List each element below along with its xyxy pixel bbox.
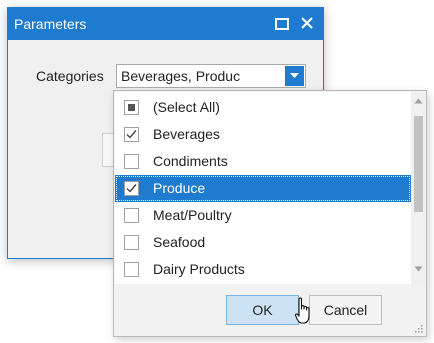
categories-dropdown-popup: (Select All) Beverages Condiments Produc… — [113, 90, 427, 337]
checkbox-indeterminate[interactable] — [124, 100, 139, 115]
list-item-dairy-products[interactable]: Dairy Products — [115, 256, 411, 283]
dropdown-button[interactable] — [285, 66, 304, 86]
checkbox-checked[interactable] — [124, 127, 139, 142]
checkbox-unchecked[interactable] — [124, 208, 139, 223]
checkbox-unchecked[interactable] — [124, 154, 139, 169]
categories-list: (Select All) Beverages Condiments Produc… — [115, 92, 411, 284]
checkmark-icon — [126, 130, 137, 139]
list-item-beverages[interactable]: Beverages — [115, 121, 411, 148]
checkbox-unchecked[interactable] — [124, 262, 139, 277]
list-item-label: Meat/Poultry — [153, 207, 232, 223]
checkbox-unchecked[interactable] — [124, 235, 139, 250]
list-item-condiments[interactable]: Condiments — [115, 148, 411, 175]
checkbox-checked[interactable] — [124, 181, 139, 196]
close-icon[interactable] — [298, 14, 316, 32]
scroll-down-icon — [414, 266, 423, 272]
ok-button[interactable]: OK — [226, 295, 299, 325]
list-item-label: Dairy Products — [153, 261, 245, 277]
dialog-title: Parameters — [14, 16, 87, 32]
resize-grip-icon[interactable] — [414, 324, 423, 333]
categories-value: Beverages, Produc — [121, 68, 241, 84]
cancel-button[interactable]: Cancel — [309, 295, 382, 325]
list-item-seafood[interactable]: Seafood — [115, 229, 411, 256]
checkmark-icon — [126, 184, 137, 193]
categories-combobox[interactable]: Beverages, Produc — [116, 64, 306, 88]
list-item-label: Beverages — [153, 126, 220, 142]
list-scrollbar[interactable] — [411, 92, 426, 284]
list-item-label: Condiments — [153, 153, 228, 169]
scrollbar-thumb[interactable] — [414, 116, 423, 212]
list-item-produce[interactable]: Produce — [115, 175, 411, 202]
list-item-select-all[interactable]: (Select All) — [115, 94, 411, 121]
list-item-meat-poultry[interactable]: Meat/Poultry — [115, 202, 411, 229]
chevron-down-icon — [290, 73, 299, 78]
popup-footer: OK Cancel — [114, 285, 426, 336]
list-item-label: Seafood — [153, 234, 206, 250]
maximize-icon[interactable] — [275, 17, 289, 31]
dialog-titlebar[interactable]: Parameters — [8, 8, 323, 40]
categories-label: Categories — [36, 68, 104, 84]
hand-cursor-icon — [295, 297, 310, 324]
list-item-label: Produce — [153, 180, 206, 196]
list-item-label: (Select All) — [153, 99, 220, 115]
scroll-up-icon — [414, 98, 423, 104]
